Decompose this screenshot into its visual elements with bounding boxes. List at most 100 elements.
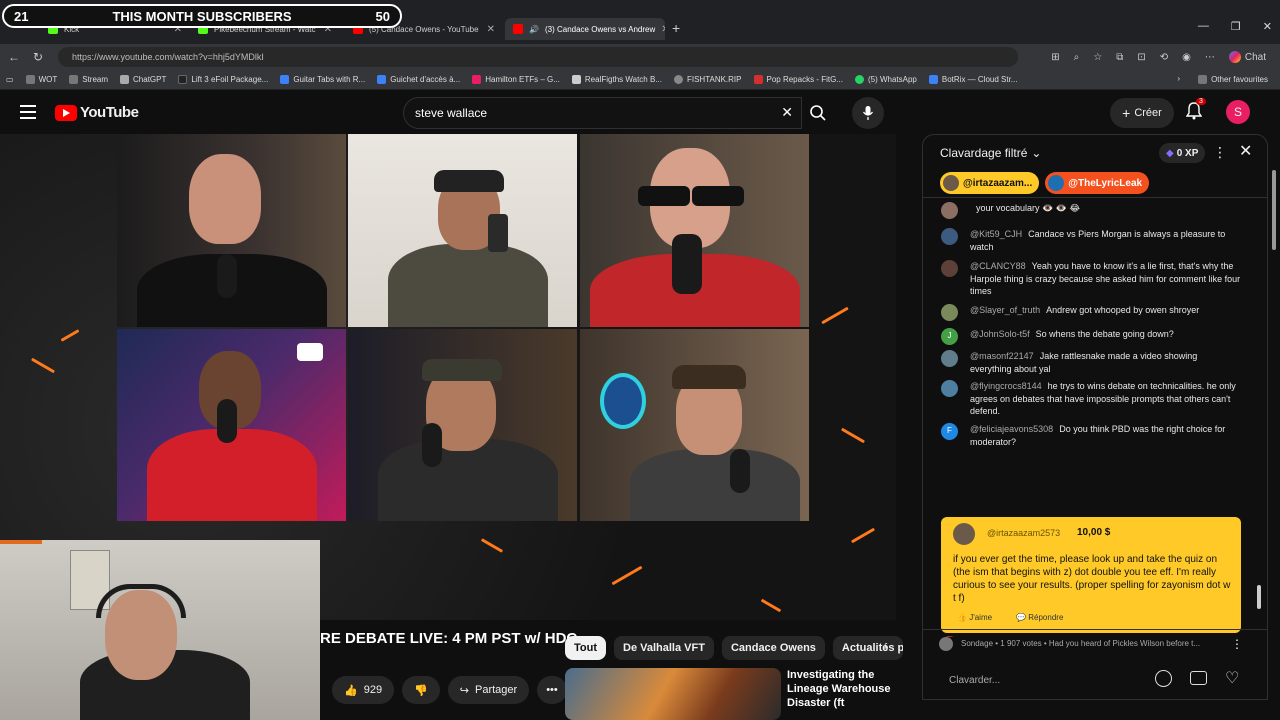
chat-username[interactable]: @feliciajeavons5308 <box>970 424 1053 434</box>
poll-more-icon[interactable]: ⋮ <box>1231 637 1243 651</box>
superchat-username: @irtazaazam2573 <box>987 528 1061 538</box>
page-scrollbar[interactable] <box>1270 134 1278 700</box>
page-scrollbar-thumb[interactable] <box>1272 170 1276 250</box>
youtube-logo[interactable]: YouTube <box>55 104 139 121</box>
xp-badge[interactable]: ◆ 0 XP <box>1159 143 1206 163</box>
bookmark-item[interactable]: ChatGPT <box>120 75 166 84</box>
bookmarks-import-icon[interactable]: ▭ <box>6 75 14 84</box>
history-icon[interactable]: ⟲ <box>1160 52 1168 63</box>
search-button[interactable] <box>802 97 834 129</box>
more-icon[interactable]: ⋯ <box>1205 52 1215 63</box>
chat-username[interactable]: @CLANCY88 <box>970 261 1026 271</box>
favorite-star-icon[interactable]: ☆ <box>1093 52 1102 63</box>
chat-username[interactable]: @Slayer_of_truth <box>970 305 1040 315</box>
dislike-button[interactable]: 👎 <box>402 676 440 704</box>
reload-icon[interactable]: ↻ <box>26 50 50 64</box>
profile-icon[interactable]: ◉ <box>1182 52 1191 63</box>
super-chat-icon[interactable] <box>1190 671 1207 685</box>
chat-username[interactable]: @JohnSolo-t5f <box>970 329 1030 339</box>
more-actions-button[interactable]: ••• <box>537 676 567 704</box>
chat-message-body: @CLANCY88 Yeah you have to know it's a li… <box>970 260 1241 298</box>
chat-username[interactable]: @flyingcrocs8144 <box>970 381 1042 391</box>
chat-avatar[interactable] <box>941 350 958 367</box>
collections-icon[interactable]: ⊡ <box>1137 52 1145 63</box>
copilot-chat-button[interactable]: Chat <box>1228 51 1266 63</box>
like-button[interactable]: 👍 929 <box>332 676 395 704</box>
chat-mode-dropdown[interactable]: Clavardage filtré ⌄ <box>940 146 1041 160</box>
chip-actualites[interactable]: Actualités po <box>832 636 903 660</box>
close-window-icon[interactable]: ✕ <box>1263 20 1272 33</box>
subscriber-goal-label: THIS MONTH SUBSCRIBERS <box>112 8 292 24</box>
bookmark-item[interactable]: FISHTANK.RIP <box>673 75 742 84</box>
close-tab-icon[interactable]: ✕ <box>661 24 665 35</box>
heart-icon[interactable]: ♡ <box>1225 670 1239 687</box>
bookmark-item[interactable]: (5) WhatsApp <box>854 75 917 84</box>
pinned-user-chip[interactable]: @TheLyricLeak <box>1045 172 1150 194</box>
bookmark-item[interactable]: BotRix — Cloud Str... <box>928 75 1017 84</box>
chat-username[interactable]: @masonf22147 <box>970 351 1034 361</box>
chat-avatar[interactable] <box>941 228 958 245</box>
youtube-header: YouTube steve wallace ✕ + Créer 3 S <box>0 92 1280 134</box>
recommended-video-thumbnail[interactable] <box>565 668 781 720</box>
voice-search-button[interactable] <box>852 97 884 129</box>
chat-input[interactable]: Clavarder... <box>939 667 1149 693</box>
restore-icon[interactable]: ❐ <box>1231 20 1241 33</box>
chat-avatar[interactable] <box>941 260 958 277</box>
chip-de-valhalla[interactable]: De Valhalla VFT <box>614 636 714 660</box>
notifications-button[interactable]: 3 <box>1185 98 1206 125</box>
search-input[interactable]: steve wallace ✕ <box>403 97 802 129</box>
back-icon[interactable]: ← <box>2 50 26 64</box>
extensions-icon[interactable]: ⧉ <box>1116 52 1123 63</box>
browser-tab-active[interactable]: 🔊 (3) Candace Owens vs Andrew ✕ <box>505 18 665 40</box>
bookmark-item[interactable]: RealFigths Watch B... <box>571 75 662 84</box>
chat-avatar[interactable] <box>941 202 958 219</box>
chat-avatar[interactable]: F <box>941 423 958 440</box>
chevron-right-icon[interactable]: › <box>884 640 888 655</box>
create-button[interactable]: + Créer <box>1110 98 1174 128</box>
chat-username[interactable]: @Kit59_CJH <box>970 229 1022 239</box>
superchat-reply-button[interactable]: 💬 Répondre <box>1016 613 1063 622</box>
chat-avatar[interactable] <box>941 380 958 397</box>
chat-scrollbar-thumb[interactable] <box>1257 585 1261 609</box>
youtube-play-icon <box>55 104 77 121</box>
close-tab-icon[interactable]: ✕ <box>487 24 495 35</box>
other-favourites-folder[interactable]: Other favourites <box>1198 75 1268 84</box>
clear-search-icon[interactable]: ✕ <box>781 104 793 121</box>
superchat-like-button[interactable]: 👍 J'aime <box>957 613 992 622</box>
live-chat-panel: Clavardage filtré ⌄ ◆ 0 XP ⋮ ✕ @irtazaaz… <box>922 134 1268 700</box>
share-button[interactable]: ↪ Partager <box>447 676 530 704</box>
chat-message-body: @Kit59_CJH Candace vs Piers Morgan is alw… <box>970 228 1241 253</box>
new-tab-icon[interactable]: + <box>672 20 680 36</box>
microphone-figure <box>730 449 750 493</box>
bookmarks-overflow-icon[interactable]: › <box>1177 74 1180 83</box>
recommended-video-title[interactable]: Investigating the Lineage Warehouse Disa… <box>787 668 917 710</box>
emoji-icon[interactable] <box>1155 670 1172 687</box>
chip-candace-owens[interactable]: Candace Owens <box>721 636 825 660</box>
apps-icon[interactable]: ⊞ <box>1051 52 1059 63</box>
chat-more-options-icon[interactable]: ⋮ <box>1213 144 1227 161</box>
bookmark-item[interactable]: WOT <box>25 75 57 84</box>
guichet-icon <box>377 75 387 84</box>
microphone-figure <box>217 254 237 298</box>
pinned-user-chip[interactable]: @irtazaazam... <box>940 172 1040 194</box>
bookmark-item[interactable]: Hamilton ETFs – G... <box>472 75 560 84</box>
chat-avatar[interactable] <box>941 304 958 321</box>
poll-banner[interactable]: Sondage • 1 907 votes • Had you heard of… <box>923 629 1267 657</box>
chat-avatar[interactable]: J <box>941 328 958 345</box>
guitar-tabs-icon <box>280 75 290 84</box>
minimize-icon[interactable]: — <box>1198 20 1209 33</box>
superchat-actions: 👍 J'aime 💬 Répondre <box>957 613 1063 622</box>
video-actions: 👍 929 👎 ↪ Partager ••• <box>332 676 567 704</box>
menu-icon[interactable] <box>20 105 36 119</box>
account-avatar[interactable]: S <box>1226 100 1250 124</box>
close-chat-icon[interactable]: ✕ <box>1239 141 1252 161</box>
chip-tout[interactable]: Tout <box>565 636 607 660</box>
bookmark-item[interactable]: Stream <box>69 75 108 84</box>
youtube-logo-figure <box>297 343 323 361</box>
bookmark-item[interactable]: Lift 3 eFoil Package... <box>178 75 268 84</box>
bookmark-item[interactable]: Guitar Tabs with R... <box>280 75 365 84</box>
bookmark-item[interactable]: Pop Repacks - FitG... <box>753 75 843 84</box>
url-field[interactable]: https://www.youtube.com/watch?v=hhj5dYMD… <box>58 47 1018 67</box>
zoom-icon[interactable]: ⌕ <box>1074 52 1080 63</box>
bookmark-item[interactable]: Guichet d'accès à... <box>377 75 460 84</box>
